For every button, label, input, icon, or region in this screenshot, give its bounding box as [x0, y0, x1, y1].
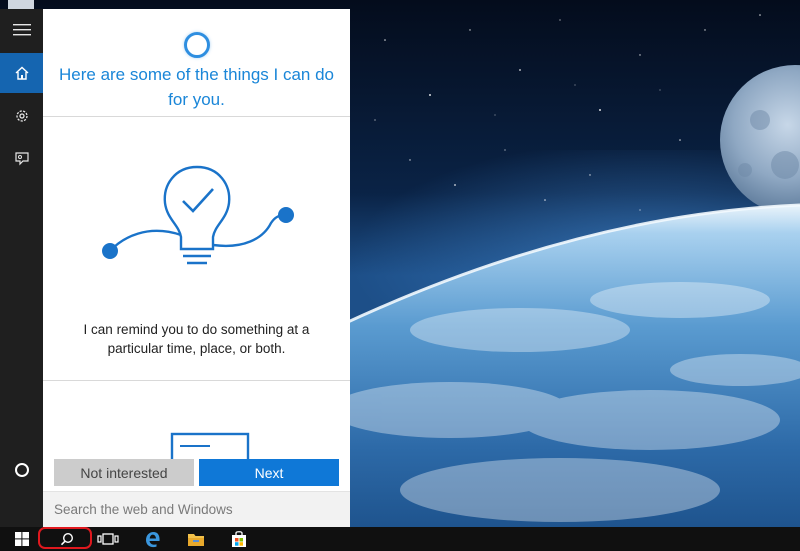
- hamburger-menu-button[interactable]: [0, 10, 43, 50]
- home-icon: [15, 66, 28, 80]
- divider: [43, 380, 350, 381]
- cortana-logo-icon: [184, 32, 210, 58]
- not-interested-button[interactable]: Not interested: [54, 459, 194, 486]
- search-input[interactable]: Search the web and Windows: [43, 491, 350, 527]
- cortana-ring-icon: [14, 463, 29, 477]
- store-icon: [232, 531, 246, 547]
- hamburger-menu-icon: [12, 24, 31, 36]
- cortana-panel: Here are some of the things I can do for…: [43, 9, 350, 527]
- cortana-left-rail: [0, 9, 43, 527]
- cortana-button[interactable]: [0, 450, 43, 490]
- file-explorer-button[interactable]: [185, 527, 207, 551]
- task-view-icon: [97, 533, 119, 545]
- reminder-lightbulb-icon: [102, 165, 294, 265]
- edge-browser-icon: [146, 532, 160, 548]
- divider: [43, 116, 350, 117]
- panel-title: Here are some of the things I can do for…: [59, 65, 334, 109]
- gear-icon: [15, 110, 28, 122]
- taskbar: [0, 527, 800, 551]
- start-button[interactable]: [12, 527, 32, 551]
- store-button[interactable]: [228, 527, 250, 551]
- task-view-button[interactable]: [96, 527, 120, 551]
- feedback-button[interactable]: [0, 139, 43, 179]
- file-explorer-icon: [188, 534, 204, 546]
- feedback-icon: [14, 152, 29, 166]
- edge-browser-button[interactable]: [142, 527, 164, 551]
- home-button[interactable]: [0, 53, 43, 93]
- reminder-description: I can remind you to do something at a pa…: [83, 322, 310, 356]
- next-button[interactable]: Next: [199, 459, 339, 486]
- search-highlight-annotation: [38, 527, 92, 549]
- windows-start-icon: [15, 532, 29, 546]
- desktop-icon-sliver: [8, 0, 34, 9]
- next-card-illustration: [170, 432, 250, 462]
- search-placeholder: Search the web and Windows: [54, 502, 233, 517]
- settings-button[interactable]: [0, 96, 43, 136]
